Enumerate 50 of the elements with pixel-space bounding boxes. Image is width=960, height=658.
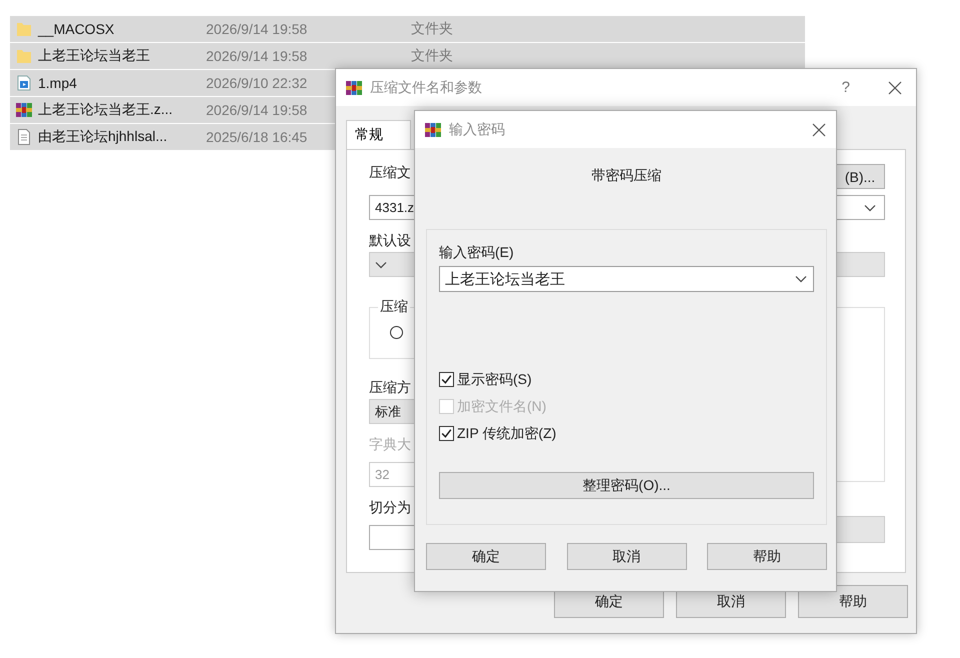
file-type: 文件夹 xyxy=(411,20,453,38)
checkbox-option[interactable]: 显示密码(S) xyxy=(439,370,814,389)
dialog-button[interactable]: 确定 xyxy=(426,543,546,570)
tab[interactable]: 常规 xyxy=(346,120,411,149)
group-label: 压缩 xyxy=(378,298,410,316)
file-type: 文件夹 xyxy=(411,47,453,65)
dialog-button[interactable]: 取消 xyxy=(566,543,686,570)
file-row[interactable]: 上老王论坛当老王 2026/9/14 19:58 文件夹 xyxy=(10,43,805,69)
folder-icon xyxy=(16,21,32,37)
dialog-button[interactable]: 帮助 xyxy=(798,585,908,618)
file-date: 2026/9/14 19:58 xyxy=(206,21,308,37)
dropdown-icon xyxy=(864,204,876,212)
field-label: 压缩文 xyxy=(369,164,411,182)
dialog-button[interactable]: 帮助 xyxy=(707,543,827,570)
document-icon xyxy=(16,129,32,145)
password-field[interactable]: 上老王论坛当老王 xyxy=(439,266,814,292)
dropdown-icon xyxy=(375,260,387,268)
field-label: 输入密码(E) xyxy=(439,244,515,262)
dropdown-icon xyxy=(795,275,807,283)
file-row[interactable]: __MACOSX 2026/9/14 19:58 文件夹 xyxy=(10,16,805,42)
window-title: 输入密码 xyxy=(449,120,505,138)
file-date: 2026/9/14 19:58 xyxy=(206,48,308,64)
help-button[interactable]: ? xyxy=(842,79,850,96)
video-file-icon xyxy=(16,75,32,91)
field-label: 字典大 xyxy=(369,436,411,454)
browse-button[interactable]: (B)... xyxy=(835,164,885,189)
file-date: 2026/9/10 22:32 xyxy=(206,75,308,91)
folder-icon xyxy=(16,48,32,64)
books-icon xyxy=(16,102,32,118)
close-icon[interactable] xyxy=(812,122,826,136)
books-icon xyxy=(425,122,441,138)
file-date: 2026/9/14 19:58 xyxy=(206,102,308,118)
file-name: 上老王论坛当老王 xyxy=(38,47,150,65)
field-label: 切分为 xyxy=(369,499,411,517)
file-name: 1.mp4 xyxy=(38,75,77,91)
checkbox-option[interactable]: ZIP 传统加密(Z) xyxy=(439,424,814,443)
file-name: 上老王论坛当老王.z... xyxy=(38,101,173,119)
organize-passwords-button[interactable]: 整理密码(O)... xyxy=(439,472,814,499)
dialog-heading: 带密码压缩 xyxy=(590,167,662,185)
field-label: 默认设 xyxy=(369,232,411,250)
books-icon xyxy=(346,80,362,96)
window-title: 压缩文件名和参数 xyxy=(370,78,482,96)
field-label: 压缩方 xyxy=(369,379,411,397)
file-name: 由老王论坛hjhhlsal... xyxy=(38,128,168,146)
checkbox[interactable] xyxy=(439,372,454,387)
checkbox[interactable] xyxy=(439,426,454,441)
file-name: __MACOSX xyxy=(38,21,114,37)
file-date: 2025/6/18 16:45 xyxy=(206,129,308,145)
radio-button[interactable] xyxy=(390,326,403,339)
close-icon[interactable] xyxy=(888,80,902,94)
